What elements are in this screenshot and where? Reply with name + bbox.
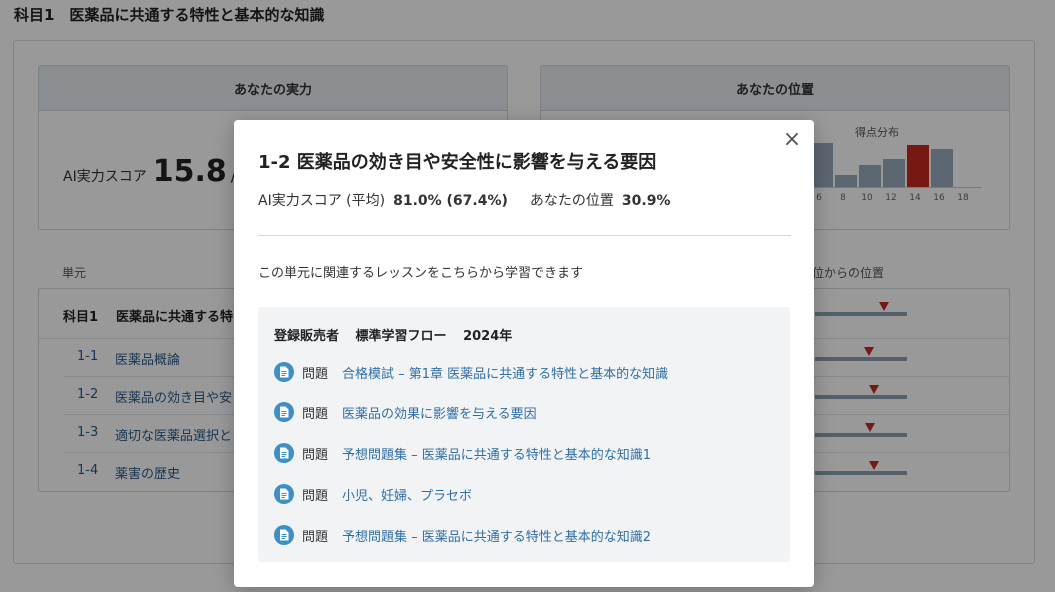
lesson-item[interactable]: 問題 医薬品の効果に影響を与える要因 xyxy=(274,401,537,423)
close-icon[interactable]: × xyxy=(782,129,802,151)
ai-score-avg-label: AI実力スコア (平均) xyxy=(258,193,386,209)
position-value: 30.9% xyxy=(621,193,671,209)
lesson-type: 問題 xyxy=(302,488,329,504)
lesson-group-heading: 登録販売者 標準学習フロー 2024年 xyxy=(274,325,524,344)
lesson-year: 2024年 xyxy=(463,329,513,344)
modal-intro: この単元に関連するレッスンをこちらから学習できます xyxy=(258,266,584,281)
document-icon xyxy=(274,525,294,545)
lesson-link[interactable]: 医薬品の効果に影響を与える要因 xyxy=(342,403,537,422)
lesson-course: 登録販売者 xyxy=(274,329,340,344)
lesson-item[interactable]: 問題 予想問題集 – 医薬品に共通する特性と基本的な知識1 xyxy=(274,442,651,464)
lesson-link[interactable]: 予想問題集 – 医薬品に共通する特性と基本的な知識1 xyxy=(342,444,651,463)
lesson-type: 問題 xyxy=(302,529,329,545)
document-icon xyxy=(274,484,294,504)
position-label: あなたの位置 xyxy=(529,193,614,209)
lesson-link[interactable]: 合格模試 – 第1章 医薬品に共通する特性と基本的な知識 xyxy=(342,363,668,382)
unit-detail-modal: × 1-2 医薬品の効き目や安全性に影響を与える要因 AI実力スコア (平均) … xyxy=(234,120,814,587)
document-icon xyxy=(274,402,294,422)
modal-divider xyxy=(258,235,791,236)
lesson-item[interactable]: 問題 合格模試 – 第1章 医薬品に共通する特性と基本的な知識 xyxy=(274,361,668,383)
ai-score-avg-value: 81.0% (67.4%) xyxy=(393,193,508,209)
lesson-type: 問題 xyxy=(302,366,329,382)
lesson-link[interactable]: 小児、妊婦、プラセボ xyxy=(342,485,472,504)
lesson-item[interactable]: 問題 予想問題集 – 医薬品に共通する特性と基本的な知識2 xyxy=(274,524,651,546)
lesson-flow: 標準学習フロー xyxy=(355,329,447,344)
lesson-type: 問題 xyxy=(302,406,329,422)
lesson-box: 登録販売者 標準学習フロー 2024年 問題 合格模試 – 第1章 医薬品に共通… xyxy=(258,307,790,562)
lesson-type: 問題 xyxy=(302,447,329,463)
document-icon xyxy=(274,362,294,382)
modal-stats: AI実力スコア (平均) 81.0% (67.4%) あなたの位置 30.9% xyxy=(258,190,692,210)
modal-title: 1-2 医薬品の効き目や安全性に影響を与える要因 xyxy=(258,152,657,173)
document-icon xyxy=(274,443,294,463)
lesson-item[interactable]: 問題 小児、妊婦、プラセボ xyxy=(274,483,472,505)
lesson-link[interactable]: 予想問題集 – 医薬品に共通する特性と基本的な知識2 xyxy=(342,526,651,545)
